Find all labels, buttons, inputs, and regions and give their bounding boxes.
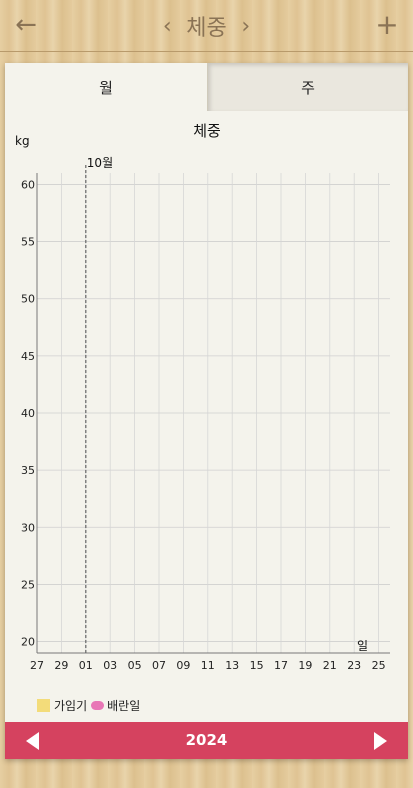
month-marker-group: 10월 — [85, 156, 113, 653]
y-tick-label: 60 — [21, 178, 35, 191]
x-tick-label: 19 — [298, 659, 312, 672]
legend: 가임기 배란일 — [37, 696, 144, 714]
chart-title: 체중 — [193, 122, 221, 140]
y-tick-labels: 60 55 50 45 40 35 30 25 20 — [21, 178, 35, 648]
x-axis-label: 일 — [357, 639, 368, 653]
y-tick-label: 45 — [21, 350, 35, 363]
x-tick-label: 17 — [274, 659, 288, 672]
y-tick-label: 55 — [21, 236, 35, 249]
x-tick-label: 07 — [152, 659, 166, 672]
page-title: 체중 — [186, 16, 227, 41]
y-tick-label: 30 — [21, 521, 35, 534]
previous-metric-button[interactable]: ‹ — [154, 14, 180, 39]
next-year-button[interactable] — [368, 729, 390, 753]
x-tick-label: 27 — [30, 659, 44, 672]
y-tick-label: 40 — [21, 407, 35, 420]
x-tick-label: 29 — [54, 659, 68, 672]
x-tick-label: 03 — [103, 659, 117, 672]
chart-grid — [36, 173, 390, 654]
chevron-right-icon: › — [241, 13, 251, 39]
top-bar: ← ‹ 체중 › + — [0, 0, 413, 52]
previous-year-button[interactable] — [23, 729, 45, 753]
fertile-swatch — [37, 698, 50, 712]
legend-label: 배란일 — [107, 698, 141, 713]
arrow-left-icon: ← — [15, 10, 37, 40]
triangle-left-icon — [26, 732, 39, 750]
x-tick-label: 23 — [347, 659, 361, 672]
x-tick-label: 13 — [225, 659, 239, 672]
legend-label: 가임기 — [54, 698, 88, 713]
weight-chart[interactable]: 체중 kg 10월 60 55 50 45 40 35 30 25 20 27 29 01 03 05 0… — [5, 111, 408, 691]
back-button[interactable]: ← — [10, 8, 42, 42]
ovulation-swatch — [91, 700, 105, 710]
add-button[interactable]: + — [371, 8, 403, 42]
chart-panel: 월 주 체중 kg 10월 60 55 50 45 40 35 30 25 20 27 29 01 0… — [5, 63, 408, 759]
x-tick-label: 15 — [250, 659, 264, 672]
x-tick-label: 21 — [323, 659, 337, 672]
y-tick-label: 50 — [21, 293, 35, 306]
next-metric-button[interactable]: › — [233, 14, 259, 39]
month-marker-label: 10월 — [87, 156, 113, 170]
plus-icon: + — [375, 8, 399, 41]
x-tick-label: 05 — [128, 659, 142, 672]
year-label: 2024 — [185, 731, 228, 749]
chevron-left-icon: ‹ — [162, 13, 172, 39]
x-tick-label: 11 — [201, 659, 215, 672]
x-tick-labels: 27 29 01 03 05 07 09 11 13 15 17 19 21 23 25 — [30, 659, 386, 672]
legend-item-ovulation: 배란일 — [91, 697, 140, 714]
x-tick-label: 09 — [176, 659, 190, 672]
tab-month[interactable]: 월 — [5, 63, 207, 111]
y-tick-label: 20 — [21, 636, 35, 649]
title-group: ‹ 체중 › — [0, 0, 413, 52]
y-tick-label: 25 — [21, 578, 35, 591]
legend-item-fertile: 가임기 — [37, 697, 87, 714]
y-axis-label: kg — [15, 134, 30, 148]
y-tick-label: 35 — [21, 464, 35, 477]
x-tick-label: 25 — [372, 659, 386, 672]
triangle-right-icon — [374, 732, 387, 750]
x-tick-label: 01 — [79, 659, 93, 672]
view-tabs: 월 주 — [5, 63, 408, 111]
year-navigator: 2024 — [5, 722, 408, 759]
tab-week[interactable]: 주 — [207, 63, 408, 111]
